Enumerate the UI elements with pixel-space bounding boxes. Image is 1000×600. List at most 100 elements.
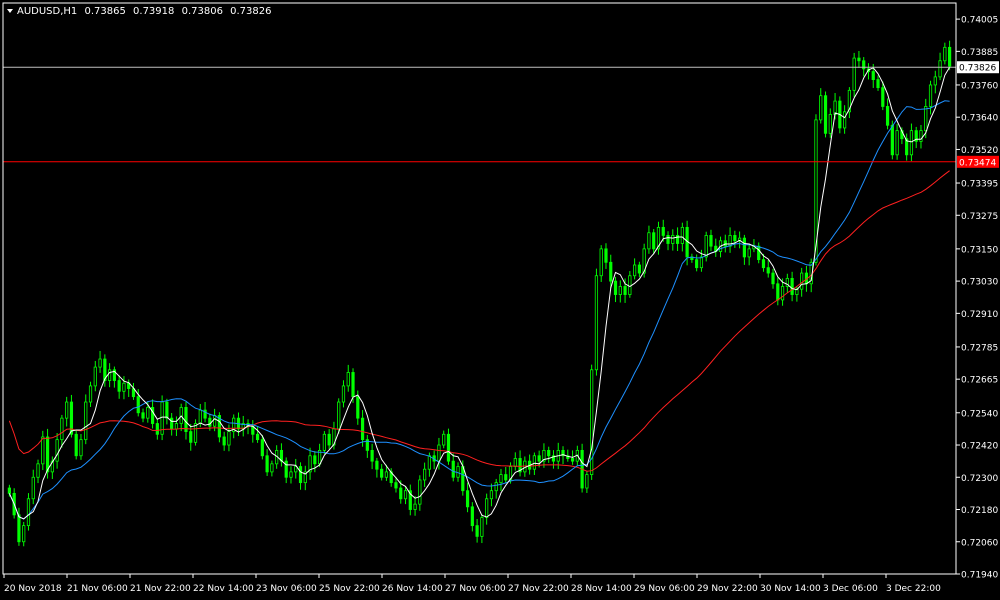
candle-body bbox=[427, 455, 431, 470]
candle-body bbox=[547, 449, 551, 457]
candle-body bbox=[909, 130, 914, 156]
x-tick-label: 30 Nov 14:00 bbox=[760, 584, 821, 594]
candle-body bbox=[919, 130, 923, 142]
candle-body bbox=[513, 458, 517, 467]
chart[interactable]: 0.73826 0.73474 0.74005 0.73885 0.73760 0.73… bbox=[0, 0, 1000, 600]
candle-body bbox=[780, 286, 785, 301]
candle-body bbox=[351, 372, 355, 398]
candle-body bbox=[403, 490, 408, 500]
candle-body bbox=[890, 124, 894, 156]
candle-body bbox=[843, 111, 847, 129]
candle-body bbox=[74, 433, 78, 457]
header-open: 0.73865 bbox=[84, 6, 125, 17]
header-high: 0.73918 bbox=[133, 6, 174, 17]
time-axis[interactable]: 20 Nov 2018 21 Nov 06:00 21 Nov 22:00 22 No… bbox=[3, 574, 941, 594]
y-tick-label: 0.72785 bbox=[961, 343, 998, 353]
candle-body bbox=[456, 466, 460, 478]
x-tick-label: 3 Dec 22:00 bbox=[886, 584, 941, 594]
header-low: 0.73806 bbox=[182, 6, 223, 17]
candle-body bbox=[298, 466, 303, 484]
candle-body bbox=[313, 455, 317, 465]
y-tick-label: 0.73885 bbox=[961, 48, 998, 58]
y-tick-label: 0.72540 bbox=[961, 409, 998, 419]
candle-body bbox=[871, 71, 875, 80]
candle-body bbox=[470, 506, 474, 527]
y-tick-label: 0.73030 bbox=[961, 278, 998, 288]
candle-body bbox=[671, 235, 675, 244]
candle-body bbox=[384, 471, 389, 478]
candle-body bbox=[289, 471, 293, 478]
x-tick-label: 25 Nov 22:00 bbox=[319, 584, 380, 594]
candle-body bbox=[881, 87, 885, 107]
candle-body bbox=[184, 407, 188, 432]
candle-body bbox=[609, 261, 613, 282]
candle-body bbox=[594, 275, 599, 371]
x-tick-label: 27 Nov 22:00 bbox=[508, 584, 569, 594]
candle-body bbox=[485, 498, 489, 518]
candle-body bbox=[7, 487, 11, 494]
candle-body bbox=[633, 264, 637, 277]
candle-body bbox=[79, 439, 83, 457]
candle-body bbox=[337, 401, 341, 430]
price-axis[interactable]: 0.74005 0.73885 0.73760 0.73640 0.73520 0.733… bbox=[956, 16, 998, 581]
svg-text:AUDUSD,H1 0.73865: AUDUSD,H1 0.73865 0.73918 0.73806 0.7382… bbox=[17, 6, 271, 17]
candle-body bbox=[170, 417, 174, 430]
candle-body bbox=[117, 380, 121, 392]
x-tick-label: 21 Nov 06:00 bbox=[67, 584, 128, 594]
candle-body bbox=[461, 466, 465, 492]
candle-body bbox=[943, 46, 947, 62]
candle-body bbox=[628, 275, 632, 295]
candle-body bbox=[661, 226, 665, 236]
candle-body bbox=[465, 490, 470, 508]
symbol-header[interactable]: AUDUSD,H1 0.73865 0.73918 0.73806 0.7382… bbox=[7, 6, 271, 17]
x-tick-label: 28 Nov 14:00 bbox=[571, 584, 632, 594]
candle-body bbox=[666, 235, 670, 244]
candle-body bbox=[742, 237, 746, 258]
candle-body bbox=[189, 431, 193, 443]
candle-body bbox=[532, 455, 536, 470]
dropdown-triangle-icon[interactable] bbox=[7, 9, 13, 13]
candle-body bbox=[265, 455, 269, 473]
candle-body bbox=[346, 372, 350, 387]
candle-body bbox=[924, 106, 928, 132]
candle-body bbox=[98, 358, 102, 368]
candle-body bbox=[948, 46, 952, 67]
candle-body bbox=[494, 482, 498, 492]
candle-body bbox=[704, 235, 708, 258]
candle-body bbox=[418, 479, 422, 505]
candle-body bbox=[885, 106, 890, 126]
candle-body bbox=[499, 474, 503, 484]
candle-body bbox=[146, 407, 150, 419]
candle-body bbox=[928, 84, 933, 107]
candle-body bbox=[823, 95, 828, 134]
y-tick-label: 0.72910 bbox=[961, 310, 998, 320]
candle-body bbox=[222, 436, 226, 446]
candle-body bbox=[570, 458, 575, 462]
candle-body bbox=[255, 433, 260, 441]
candle-body bbox=[394, 482, 398, 489]
candle-body bbox=[647, 232, 651, 250]
candle-body bbox=[728, 235, 732, 247]
x-tick-label: 27 Nov 06:00 bbox=[445, 584, 506, 594]
candle-body bbox=[504, 474, 508, 481]
candle-body bbox=[761, 259, 766, 269]
candle-body bbox=[174, 423, 179, 430]
candle-body bbox=[380, 468, 384, 478]
chart-svg[interactable]: 0.73826 0.73474 0.74005 0.73885 0.73760 0.73… bbox=[0, 0, 1000, 600]
candle-body bbox=[399, 487, 403, 500]
candle-body bbox=[623, 286, 627, 295]
candle-body bbox=[895, 130, 899, 156]
candle-body bbox=[93, 366, 97, 387]
candle-body bbox=[933, 76, 937, 86]
candle-body bbox=[84, 401, 88, 441]
candle-body bbox=[208, 417, 212, 427]
candle-body bbox=[31, 476, 35, 500]
candle-body bbox=[370, 449, 374, 462]
x-tick-label: 3 Dec 06:00 bbox=[823, 584, 878, 594]
candle-body bbox=[327, 433, 331, 446]
candle-body bbox=[360, 417, 365, 441]
ma-slow-line bbox=[8, 170, 950, 472]
candle-body bbox=[480, 517, 484, 537]
candle-body bbox=[41, 436, 45, 465]
y-tick-label: 0.72300 bbox=[961, 474, 998, 484]
